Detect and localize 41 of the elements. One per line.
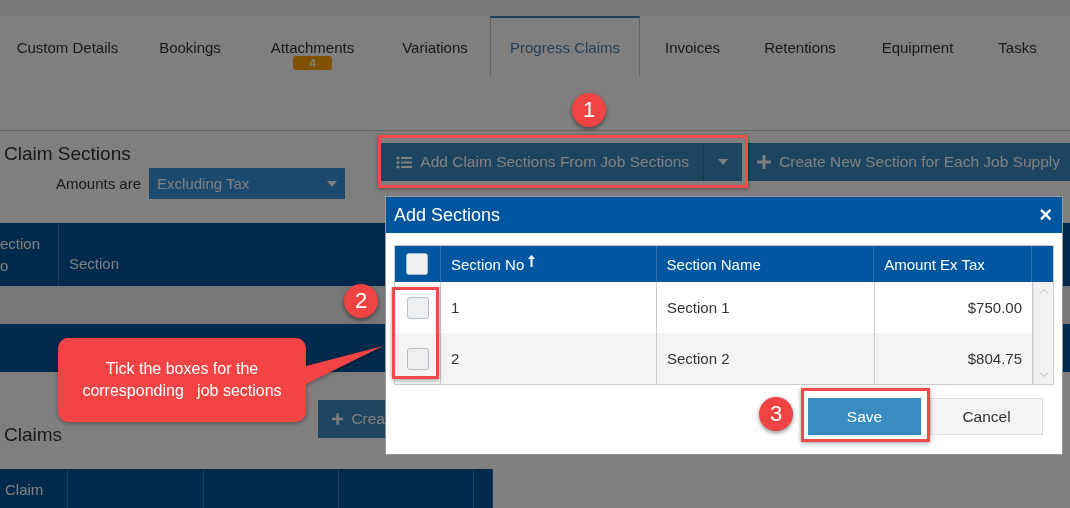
create-claim-button[interactable]: Crea <box>318 400 385 438</box>
tab[interactable]: Bookings <box>135 16 245 76</box>
tab[interactable]: Variations <box>380 16 490 76</box>
column-header[interactable]: Section No <box>440 246 657 282</box>
table-cell: Section 2 <box>657 333 875 384</box>
column-header: Section <box>68 254 121 274</box>
tab[interactable]: Tasks <box>980 16 1055 76</box>
tab[interactable]: Custom Details <box>0 16 135 76</box>
amounts-label: Amounts are <box>56 175 142 192</box>
row-checkbox[interactable] <box>406 296 429 319</box>
scrollbar[interactable] <box>1033 282 1053 384</box>
section-title: Claims <box>3 423 64 446</box>
count-badge: 4 <box>293 56 332 70</box>
list-icon <box>396 155 413 169</box>
plus-icon <box>757 155 772 169</box>
section-title: Claim Sections <box>3 143 131 164</box>
step-number: 1 <box>572 93 606 127</box>
tab[interactable]: Attachments 4 <box>245 16 380 76</box>
tab[interactable]: Invoices <box>640 16 745 76</box>
callout-text: Tick the boxes for the corresponding job sections <box>81 359 283 401</box>
caret-icon <box>327 180 338 187</box>
dialog-title: Add Sections <box>394 204 501 226</box>
tab[interactable]: Retentions <box>745 16 855 76</box>
select-all-checkbox[interactable] <box>406 253 429 275</box>
tab[interactable]: Progress Claims <box>490 16 640 76</box>
column-header[interactable]: Amount Ex Tax <box>874 246 1032 282</box>
column-header[interactable]: Section Name <box>656 246 875 282</box>
column-header: Claim <box>0 469 69 508</box>
table-cell: 2 <box>441 333 657 384</box>
amounts-dropdown[interactable]: Excluding Tax <box>149 168 346 199</box>
dropdown-toggle[interactable] <box>703 143 743 181</box>
caret-icon <box>718 159 729 165</box>
save-button[interactable]: Save <box>808 398 921 435</box>
chevron-down-icon <box>1038 372 1049 378</box>
row-checkbox[interactable] <box>406 347 429 370</box>
chevron-up-icon <box>1038 288 1049 294</box>
create-section-button[interactable]: Create New Section for Each Job Supply <box>747 143 1070 181</box>
plus-icon <box>332 412 344 426</box>
tab[interactable]: Equipment <box>855 16 980 76</box>
cancel-button[interactable]: Cancel <box>930 398 1043 435</box>
close-button[interactable]: × <box>1037 202 1054 228</box>
